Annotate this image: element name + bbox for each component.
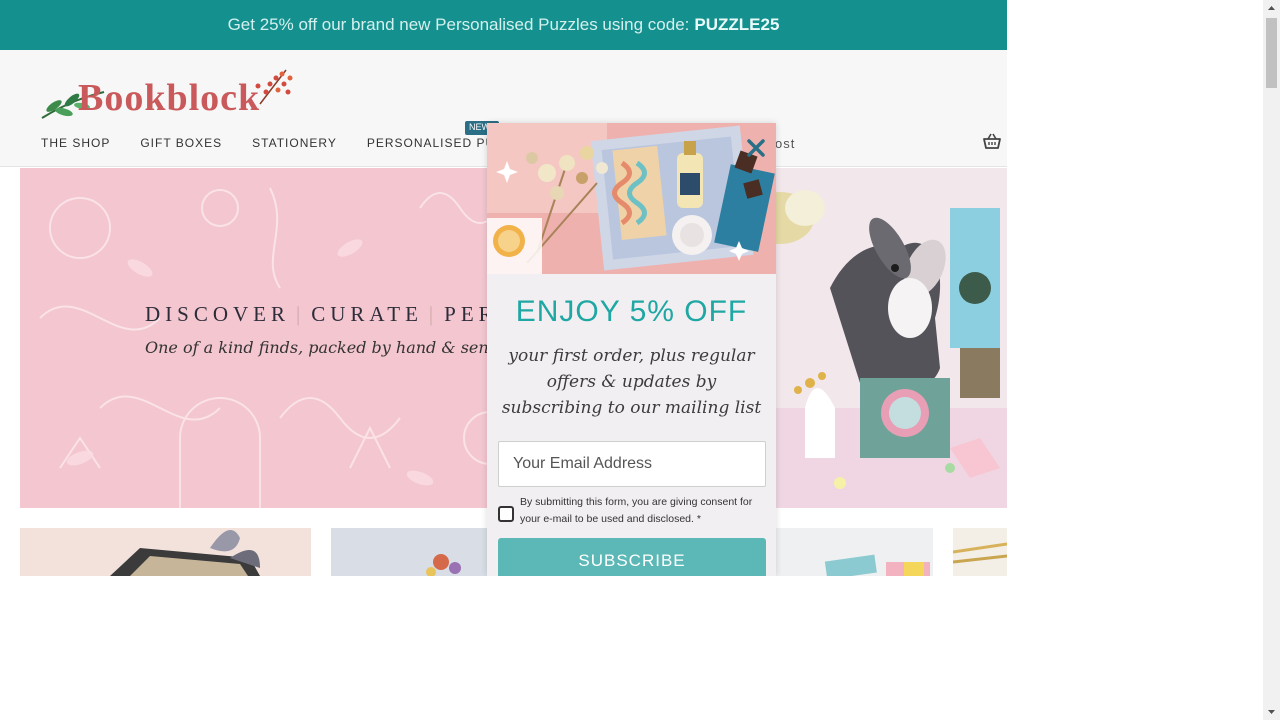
promo-text: Get 25% off our brand new Personalised P… — [227, 15, 690, 34]
product-tile[interactable] — [20, 528, 311, 576]
scroll-up-arrow-icon[interactable] — [1263, 0, 1280, 17]
svg-text:Bookblock: Bookblock — [78, 77, 260, 119]
hero-bunny-giftbox-photo — [750, 168, 1007, 508]
scrollbar-thumb[interactable] — [1266, 18, 1277, 88]
title-separator: | — [296, 302, 306, 326]
nav-the-shop[interactable]: THE SHOP — [41, 136, 110, 150]
gift-box-photo — [110, 530, 260, 576]
promo-code: PUZZLE25 — [694, 15, 780, 34]
popup-heading: ENJOY 5% OFF — [515, 295, 748, 328]
newsletter-popup: ENJOY 5% OFF your first order, plus regu… — [487, 123, 776, 576]
pencils-photo — [953, 542, 1007, 564]
product-tile[interactable] — [776, 528, 933, 576]
promo-banner[interactable]: Get 25% off our brand new Personalised P… — [0, 0, 1007, 50]
consent-text: By submitting this form, you are giving … — [520, 496, 753, 525]
subscribe-button[interactable]: SUBSCRIBE — [498, 538, 766, 576]
popup-description: your first order, plus regular offers & … — [501, 346, 762, 418]
hero-word-curate: CURATE — [311, 302, 423, 326]
consent-checkbox[interactable] — [498, 506, 514, 522]
close-icon[interactable] — [745, 137, 767, 159]
scroll-down-arrow-icon[interactable] — [1263, 703, 1280, 720]
bookblock-logo[interactable]: Bookblock — [38, 62, 298, 124]
hero-subtitle: One of a kind finds, packed by hand & se… — [145, 338, 507, 357]
basket-icon[interactable] — [982, 132, 1002, 150]
title-separator: | — [428, 302, 439, 326]
nav-blog-partial[interactable]: ost — [775, 136, 795, 151]
flowers-photo — [426, 554, 461, 576]
nav-stationery[interactable]: STATIONERY — [252, 136, 337, 150]
berry-branch-icon — [255, 69, 293, 105]
gift-box-flatlay-photo — [487, 123, 776, 274]
product-tile[interactable] — [331, 528, 491, 576]
stationery-photo — [824, 554, 930, 576]
email-field[interactable] — [498, 441, 766, 487]
hero-word-discover: DISCOVER — [145, 302, 291, 326]
product-tile[interactable] — [953, 528, 1007, 576]
hero-title: DISCOVER | CURATE | PERS — [145, 302, 514, 327]
nav-gift-boxes[interactable]: GIFT BOXES — [140, 136, 222, 150]
page-scrollbar[interactable] — [1263, 0, 1280, 720]
website-viewport: Get 25% off our brand new Personalised P… — [0, 0, 1007, 576]
main-nav: THE SHOP GIFT BOXES STATIONERY PERSONALI… — [41, 136, 538, 150]
